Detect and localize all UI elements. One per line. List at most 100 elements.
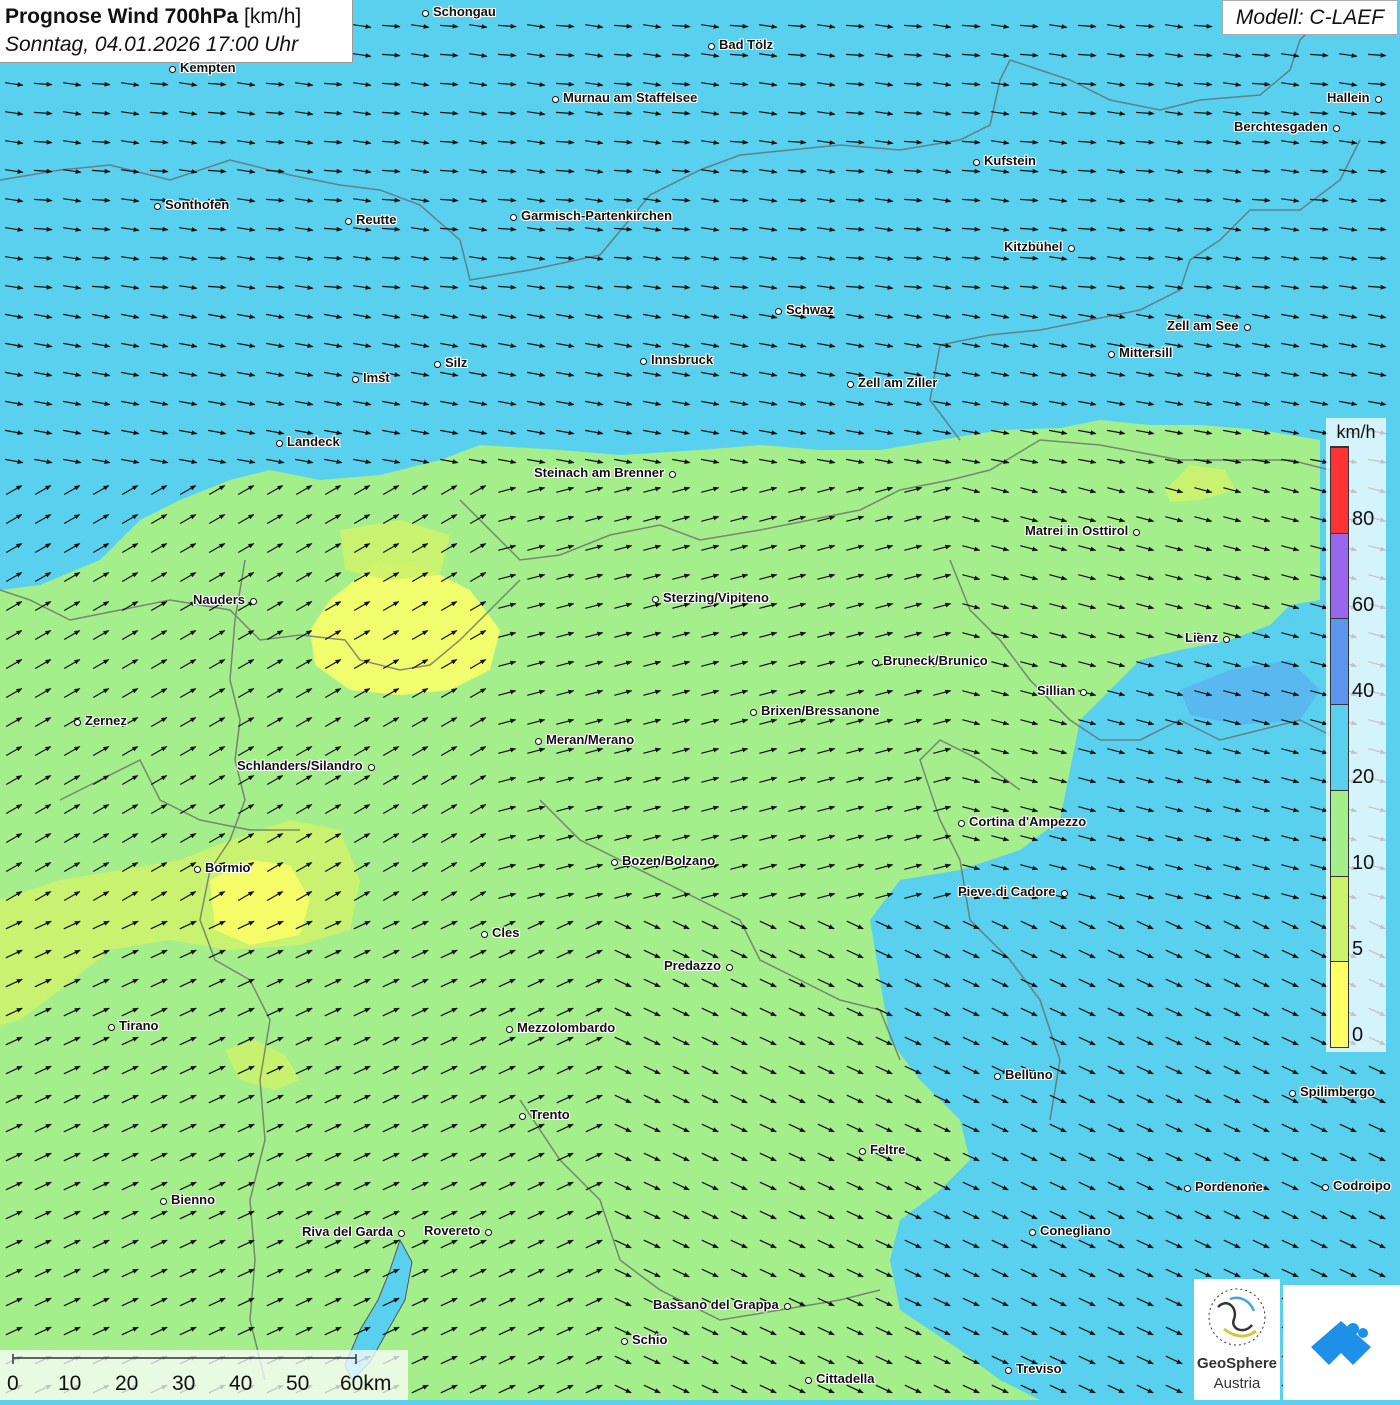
city-label: Mittersill [1119,345,1173,360]
city-dot [1183,1184,1191,1192]
app-logo-panel [1283,1285,1400,1400]
city-label: Cles [492,925,520,940]
geosphere-logo-panel: GeoSphere Austria [1194,1279,1280,1400]
city-label: Pieve di Cadore [958,884,1056,899]
legend-label: 40 [1352,680,1375,702]
city-dot [1321,1183,1329,1191]
city-label: Murnau am Staffelsee [563,90,698,105]
city-label: Zell am See [1167,318,1239,333]
city-label: Belluno [1005,1067,1053,1082]
city-label: Meran/Merano [546,732,635,747]
city-label: Schwaz [786,302,834,317]
city-dot [783,1302,791,1310]
city-label: Feltre [870,1142,906,1157]
legend-band [1331,704,1348,790]
city-dot [1132,528,1140,536]
forecast-datetime: Sonntag, 04.01.2026 17:00 Uhr [5,33,299,56]
city-dot [993,1072,1001,1080]
city-dot [275,439,283,447]
geosphere-logo: GeoSphere Austria [1194,1279,1400,1400]
city-label: Sterzing/Vipiteno [663,590,769,605]
city-dot [620,1337,628,1345]
map-title-unit: [km/h] [244,5,302,28]
city-dot [1243,323,1251,331]
legend-label: 60 [1352,594,1375,616]
city-dot [367,763,375,771]
city-label: Conegliano [1040,1223,1111,1238]
scale-label: 0 [7,1372,19,1395]
city-dot [505,1025,513,1033]
city-dot [610,858,618,866]
city-dot [397,1229,405,1237]
city-label: Garmisch-Partenkirchen [521,208,673,223]
city-dot [73,718,81,726]
city-dot [249,597,257,605]
city-label: Sillian [1037,683,1076,698]
city-dot [972,158,980,166]
city-label: Kitzbühel [1004,239,1063,254]
city-label: Predazzo [664,958,722,973]
legend-label: 5 [1352,938,1364,960]
city-label: Steinach am Brenner [534,465,665,480]
city-label: Berchtesgaden [1234,119,1328,134]
map-title: Prognose Wind 700hPa [km/h] [5,3,352,31]
city-dot [1222,635,1230,643]
scale-label: 40 [229,1372,253,1395]
city-dot [707,42,715,50]
city-dot [193,865,201,873]
legend-color-bar [1330,446,1349,1048]
legend-label: 10 [1352,852,1375,874]
city-label: Schio [632,1332,668,1347]
app-logo-icon [1311,1321,1371,1365]
legend-band [1331,789,1348,876]
geosphere-emblem-icon [1208,1288,1266,1346]
city-label: Reutte [356,212,397,227]
city-label: Bozen/Bolzano [622,853,716,868]
city-dot [1288,1089,1296,1097]
city-label: Kempten [180,60,236,75]
city-label: Schongau [433,4,496,19]
city-label: Nauders [193,592,246,607]
city-label: Trento [530,1107,570,1122]
city-dot [1004,1366,1012,1374]
city-label: Rovereto [424,1223,481,1238]
city-label: Sonthofen [165,197,230,212]
scale-label: 50 [286,1372,310,1395]
city-dot [551,95,559,103]
city-label: Matrei in Osttirol [1025,523,1129,538]
city-dot [1079,688,1087,696]
city-dot [957,819,965,827]
city-dot [518,1112,526,1120]
city-label: Bassano del Grappa [653,1297,779,1312]
city-dot [159,1197,167,1205]
city-label: Hallein [1327,90,1370,105]
city-label: Silz [445,355,468,370]
city-label: Tirano [119,1018,159,1033]
city-dot [421,9,429,17]
scale-label: 30 [172,1372,196,1395]
scale-bar: 0 10 20 30 40 50 60km [0,1350,408,1400]
city-label: Pordenone [1195,1179,1263,1194]
city-label: Bad Tölz [719,37,774,52]
city-label: Innsbruck [651,352,714,367]
city-dot [351,375,359,383]
legend-band [1331,875,1348,962]
city-label: Kufstein [984,153,1036,168]
city-dot [1060,889,1068,897]
color-legend: km/h 80 60 40 20 10 5 0 [1326,418,1386,1052]
city-dot [153,202,161,210]
city-dot [1028,1228,1036,1236]
title-box: Prognose Wind 700hPa [km/h] Sonntag, 04.… [0,0,353,63]
city-dot [1067,244,1075,252]
city-dot [344,217,352,225]
city-dot [1332,124,1340,132]
legend-label: 0 [1352,1024,1364,1046]
city-label: Codroipo [1333,1178,1391,1193]
city-label: Brixen/Bressanone [761,703,880,718]
city-dot [1107,350,1115,358]
legend-unit: km/h [1336,422,1376,442]
city-dot [433,360,441,368]
city-label: Riva del Garda [302,1224,394,1239]
legend-band [1331,532,1348,619]
city-label: Cortina d'Ampezzo [969,814,1087,829]
